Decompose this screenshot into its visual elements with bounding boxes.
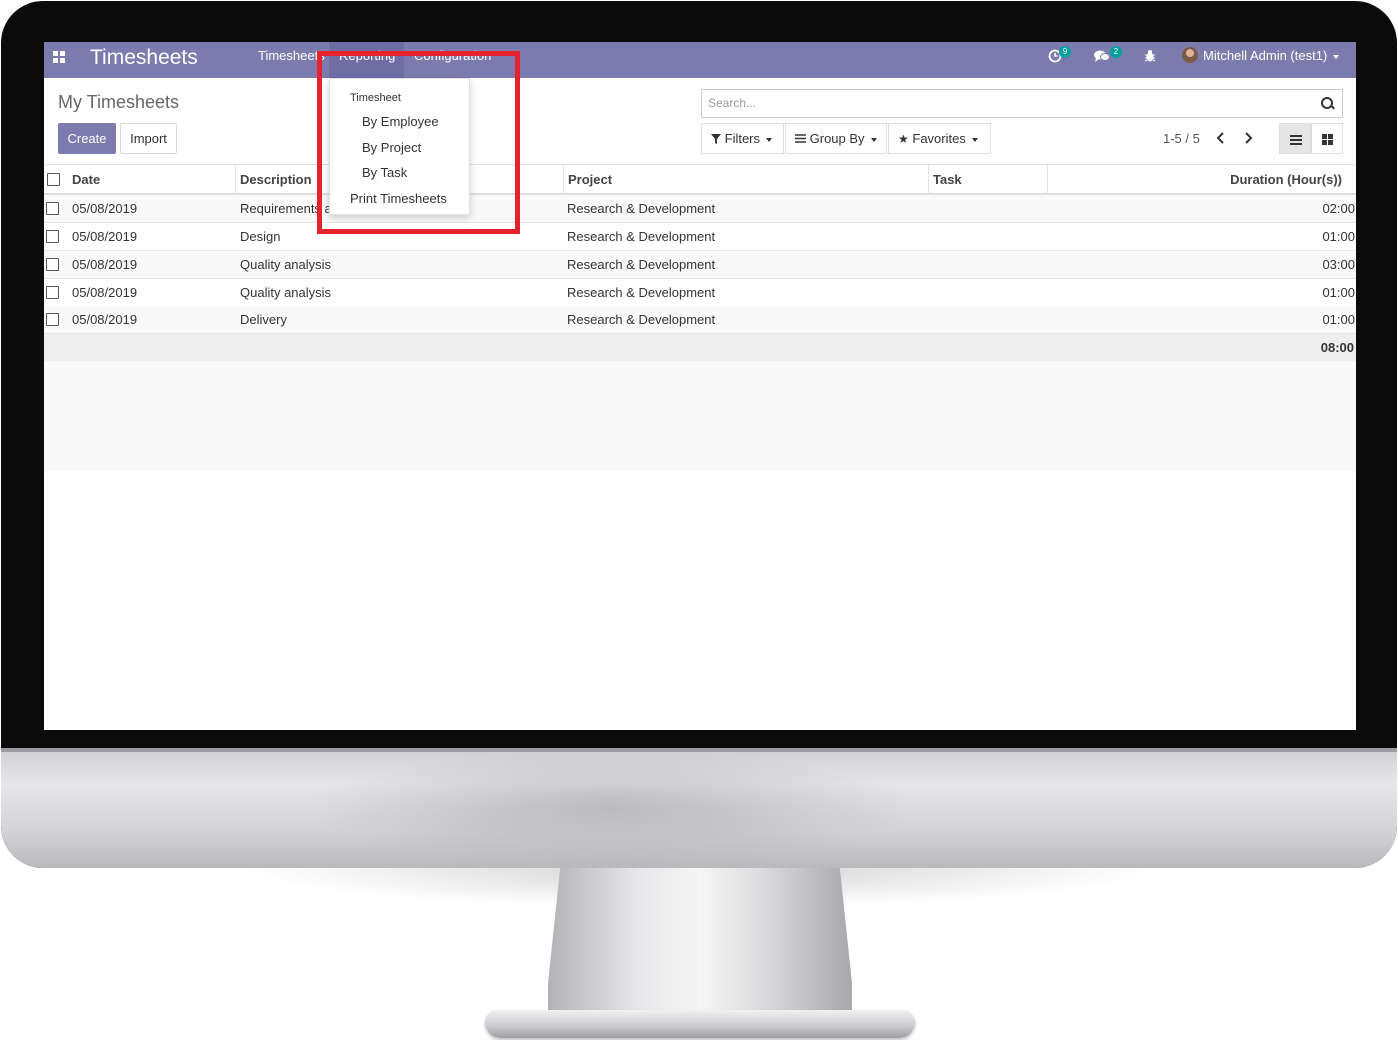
total-row: 08:00 xyxy=(44,334,1356,361)
user-avatar[interactable] xyxy=(1182,47,1198,63)
pager-previous-icon[interactable] xyxy=(1216,132,1226,144)
cell-date: 05/08/2019 xyxy=(72,312,138,327)
monitor-stand-base xyxy=(485,1010,915,1038)
total-duration: 08:00 xyxy=(1320,340,1354,355)
cell-description: Design xyxy=(240,229,281,244)
table-header: Date Description Project Task Duration (… xyxy=(44,164,1356,195)
caret-down-icon xyxy=(766,137,773,142)
row-checkbox[interactable] xyxy=(46,202,59,215)
select-all-checkbox[interactable] xyxy=(47,173,60,186)
cell-duration: 02:00 xyxy=(1322,201,1355,216)
pager-next-icon[interactable] xyxy=(1243,132,1253,144)
group-by-button[interactable]: Group By xyxy=(785,123,887,154)
cell-project: Research & Development xyxy=(567,229,716,244)
pager-value[interactable]: 1-5 / 5 xyxy=(1163,131,1200,146)
kanban-icon xyxy=(1322,134,1333,145)
bars-icon xyxy=(795,134,806,143)
column-date[interactable]: Date xyxy=(72,165,100,194)
cell-duration: 01:00 xyxy=(1322,285,1355,300)
list-icon xyxy=(1290,135,1302,145)
group-by-label: Group By xyxy=(809,131,865,146)
user-name: Mitchell Admin (test1) xyxy=(1203,48,1328,63)
chat-icon xyxy=(1094,50,1110,62)
row-checkbox[interactable] xyxy=(46,258,59,271)
cell-date: 05/08/2019 xyxy=(72,229,138,244)
user-menu[interactable]: Mitchell Admin (test1) xyxy=(1203,42,1340,78)
app-title: Timesheets xyxy=(90,46,198,69)
page-title: My Timesheets xyxy=(58,92,180,112)
apps-menu-icon[interactable] xyxy=(53,51,65,63)
table-row[interactable]: 05/08/2019 Design Research & Development… xyxy=(44,223,1356,251)
cell-description: Quality analysis xyxy=(240,257,332,272)
filter-icon xyxy=(711,134,721,144)
cell-duration: 01:00 xyxy=(1322,229,1355,244)
column-task[interactable]: Task xyxy=(933,165,962,194)
favorites-button[interactable]: ★ Favorites xyxy=(888,123,991,154)
cell-project: Research & Development xyxy=(567,201,716,216)
search-icon[interactable] xyxy=(1321,97,1335,111)
list-view-button[interactable] xyxy=(1279,123,1311,154)
search-box xyxy=(701,89,1343,118)
top-navbar: Timesheets Timesheets Reporting Configur… xyxy=(44,42,1356,78)
activity-systray[interactable]: 9 xyxy=(1048,42,1078,78)
filters-button[interactable]: Filters xyxy=(701,123,784,154)
row-checkbox[interactable] xyxy=(46,286,59,299)
row-checkbox[interactable] xyxy=(46,313,59,326)
cell-project: Research & Development xyxy=(567,312,716,327)
caret-down-icon xyxy=(870,137,877,142)
import-button[interactable]: Import xyxy=(120,123,177,154)
table-row[interactable]: 05/08/2019 Requirements a Research & Dev… xyxy=(44,195,1356,223)
filters-label: Filters xyxy=(724,131,761,146)
messaging-systray[interactable]: 2 xyxy=(1094,42,1124,78)
table-row[interactable]: 05/08/2019 Quality analysis Research & D… xyxy=(44,279,1356,307)
star-icon: ★ xyxy=(898,132,909,146)
cell-description: Delivery xyxy=(240,312,287,327)
caret-down-icon xyxy=(1333,54,1340,59)
messaging-badge: 2 xyxy=(1110,46,1122,58)
search-input[interactable] xyxy=(708,96,1308,110)
column-project[interactable]: Project xyxy=(568,165,612,194)
empty-list-area xyxy=(44,361,1356,471)
debug-systray[interactable] xyxy=(1144,42,1158,78)
cell-date: 05/08/2019 xyxy=(72,285,138,300)
monitor-chin xyxy=(1,748,1397,868)
favorites-label: Favorites xyxy=(912,131,966,146)
screen: Timesheets Timesheets Reporting Configur… xyxy=(44,42,1356,730)
cell-project: Research & Development xyxy=(567,285,716,300)
activity-badge: 9 xyxy=(1059,46,1071,58)
cell-project: Research & Development xyxy=(567,257,716,272)
create-button[interactable]: Create xyxy=(58,123,116,154)
row-checkbox[interactable] xyxy=(46,230,59,243)
cell-date: 05/08/2019 xyxy=(72,201,138,216)
table-row[interactable]: 05/08/2019 Delivery Research & Developme… xyxy=(44,306,1356,334)
column-description[interactable]: Description xyxy=(240,165,312,194)
cell-duration: 03:00 xyxy=(1322,257,1355,272)
cell-date: 05/08/2019 xyxy=(72,257,138,272)
caret-down-icon xyxy=(971,137,978,142)
bug-icon xyxy=(1144,50,1156,62)
monitor-stand xyxy=(548,868,852,1028)
table-row[interactable]: 05/08/2019 Quality analysis Research & D… xyxy=(44,251,1356,279)
highlight-annotation xyxy=(317,51,520,234)
cell-duration: 01:00 xyxy=(1322,312,1355,327)
cell-description: Quality analysis xyxy=(240,285,332,300)
kanban-view-button[interactable] xyxy=(1311,123,1343,154)
column-duration[interactable]: Duration (Hour(s)) xyxy=(1230,165,1342,194)
